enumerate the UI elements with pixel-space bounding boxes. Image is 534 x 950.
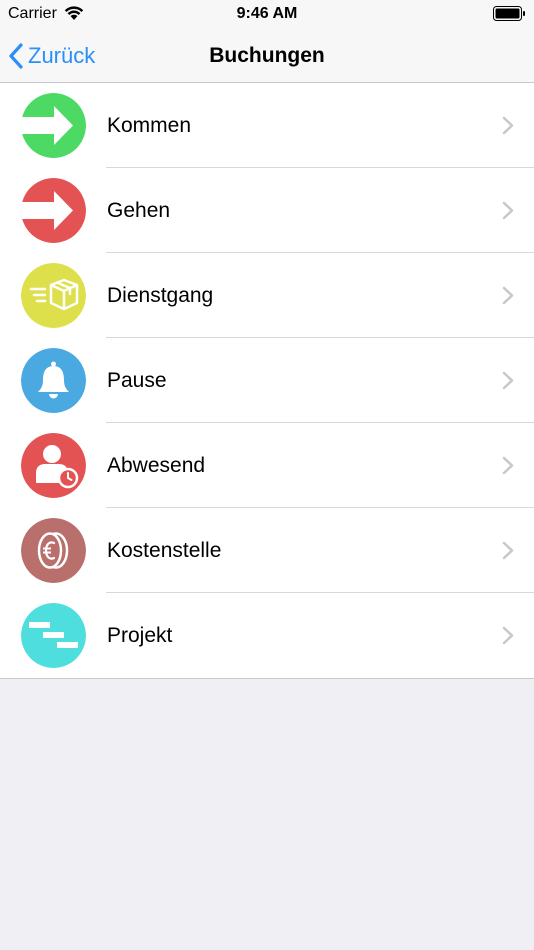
bell-icon	[21, 348, 86, 413]
list-item-gehen[interactable]: Gehen	[0, 168, 534, 253]
arrow-right-icon	[21, 178, 86, 243]
list-item-pause[interactable]: Pause	[0, 338, 534, 423]
list-item-label: Abwesend	[107, 454, 206, 477]
page-title: Buchungen	[209, 44, 325, 67]
list-item-abwesend[interactable]: Abwesend	[0, 423, 534, 508]
status-time: 9:46 AM	[236, 5, 298, 22]
euro-coin-icon	[21, 518, 86, 583]
list-item-label: Dienstgang	[107, 284, 214, 307]
status-bar: Carrier 9:46 AM	[0, 0, 534, 28]
booking-list: Kommen Gehen Dienstgang Pause Abwesend K…	[0, 83, 534, 679]
package-icon	[21, 263, 86, 328]
gantt-icon	[21, 603, 86, 668]
list-item-kommen[interactable]: Kommen	[0, 83, 534, 168]
chevron-right-icon	[502, 626, 514, 650]
list-item-label: Kommen	[107, 114, 192, 137]
list-item-label: Kostenstelle	[107, 539, 222, 562]
list-item-projekt[interactable]: Projekt	[0, 593, 534, 678]
list-item-label: Pause	[107, 369, 167, 392]
chevron-right-icon	[502, 371, 514, 395]
chevron-right-icon	[502, 286, 514, 310]
chevron-right-icon	[502, 456, 514, 480]
list-item-dienstgang[interactable]: Dienstgang	[0, 253, 534, 338]
person-clock-icon	[21, 433, 86, 498]
list-item-label: Projekt	[107, 624, 173, 647]
chevron-right-icon	[502, 541, 514, 565]
chevron-right-icon	[502, 116, 514, 140]
list-item-label: Gehen	[107, 199, 171, 222]
list-item-kostenstelle[interactable]: Kostenstelle	[0, 508, 534, 593]
chevron-right-icon	[502, 201, 514, 225]
navigation-bar: Zurück Buchungen	[0, 28, 534, 83]
arrow-right-icon	[21, 93, 86, 158]
battery-icon	[493, 6, 526, 21]
